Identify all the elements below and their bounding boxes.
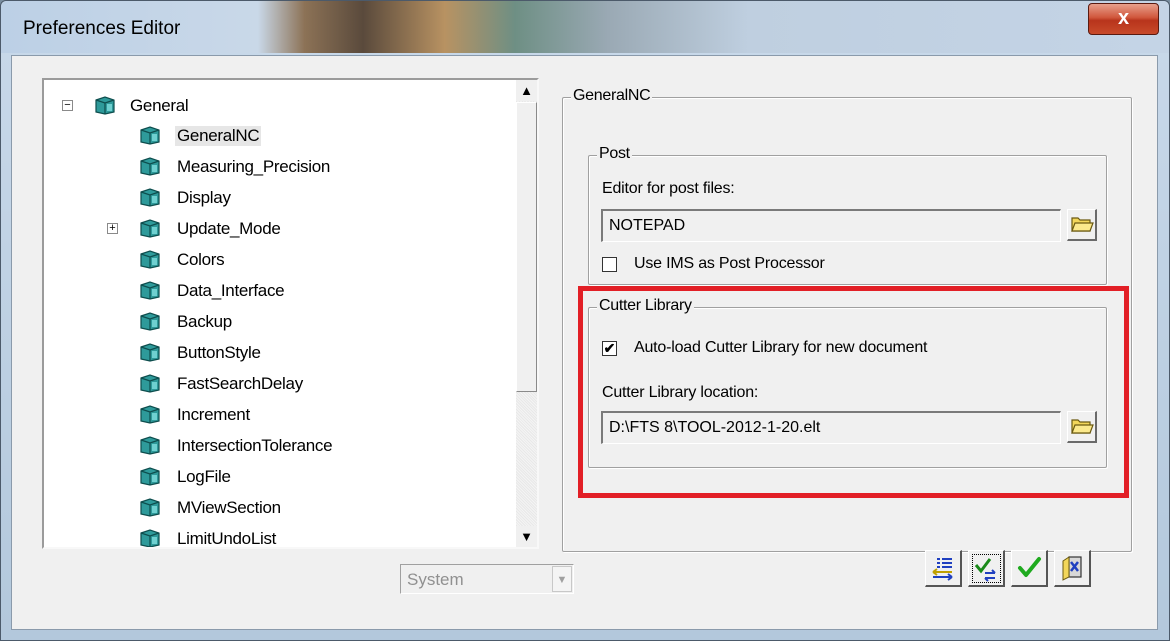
import-export-button[interactable] xyxy=(925,550,962,587)
tree-item-buttonstyle[interactable]: ButtonStyle xyxy=(44,338,504,368)
tree-scrollbar[interactable]: ▲ ▼ xyxy=(516,80,537,547)
chevron-down-icon[interactable]: ▼ xyxy=(552,566,572,592)
post-group-title: Post xyxy=(597,145,632,163)
tree-item-label: FastSearchDelay xyxy=(177,374,303,393)
tree-item-intersectiontolerance[interactable]: IntersectionTolerance xyxy=(44,431,504,461)
tree-item-display[interactable]: Display xyxy=(44,183,504,213)
tree-item-increment[interactable]: Increment xyxy=(44,400,504,430)
tree-item-colors[interactable]: Colors xyxy=(44,245,504,275)
preferences-tree[interactable]: − General GeneralNC Measuring_Precision … xyxy=(42,78,539,549)
tree-item-measuring-precision[interactable]: Measuring_Precision xyxy=(44,152,504,182)
folder-cube-icon xyxy=(140,498,160,517)
highlight-rectangle xyxy=(578,286,1129,498)
tree-item-data-interface[interactable]: Data_Interface xyxy=(44,276,504,306)
collapse-icon[interactable]: − xyxy=(62,100,73,111)
editor-post-files-label: Editor for post files: xyxy=(602,180,735,197)
tree-item-label: Measuring_Precision xyxy=(177,157,331,176)
close-button[interactable]: x xyxy=(1088,3,1159,35)
title-bar[interactable]: Preferences Editor x xyxy=(1,1,1169,53)
folder-cube-icon xyxy=(140,281,160,300)
folder-cube-icon xyxy=(140,157,160,176)
folder-cube-icon xyxy=(140,343,160,362)
tree-item-label: MViewSection xyxy=(177,498,281,517)
dialog-client-area: − General GeneralNC Measuring_Precision … xyxy=(11,55,1158,630)
apply-swap-button[interactable] xyxy=(968,550,1005,587)
folder-cube-icon xyxy=(140,219,160,238)
folder-cube-icon xyxy=(140,250,160,269)
tree-item-fastsearchdelay[interactable]: FastSearchDelay xyxy=(44,369,504,399)
folder-cube-icon xyxy=(140,312,160,331)
exit-icon xyxy=(1062,556,1082,581)
folder-cube-icon xyxy=(140,436,160,455)
list-arrows-icon xyxy=(932,558,953,581)
use-ims-checkbox[interactable] xyxy=(602,257,617,272)
tree-item-mviewsection[interactable]: MViewSection xyxy=(44,493,504,523)
tree-item-logfile[interactable]: LogFile xyxy=(44,462,504,492)
exit-button[interactable] xyxy=(1054,550,1091,587)
checkmark-icon xyxy=(1018,557,1041,577)
ok-button[interactable] xyxy=(1011,550,1048,587)
tree-item-label: GeneralNC xyxy=(175,126,262,146)
tree-item-label: IntersectionTolerance xyxy=(177,436,333,455)
folder-cube-icon xyxy=(140,405,160,424)
generalnc-group-title: GeneralNC xyxy=(571,87,653,105)
expand-icon[interactable]: + xyxy=(107,223,118,234)
tree-item-label: Increment xyxy=(177,405,250,424)
folder-cube-icon xyxy=(140,374,160,393)
tree-item-label: ButtonStyle xyxy=(177,343,261,362)
preferences-editor-window: Preferences Editor x − General GeneralNC… xyxy=(0,0,1170,641)
check-swap-icon xyxy=(974,558,996,582)
scroll-down-icon[interactable]: ▼ xyxy=(516,526,537,547)
open-folder-icon xyxy=(1071,217,1094,232)
scope-select[interactable]: System ▼ xyxy=(400,564,574,594)
scrollbar-thumb[interactable] xyxy=(516,102,537,392)
tree-item-update-mode[interactable]: + Update_Mode xyxy=(44,214,504,244)
tree-item-label: Data_Interface xyxy=(177,281,285,300)
tree-item-label: Colors xyxy=(177,250,225,269)
tree-item-limitundolist[interactable]: LimitUndoList xyxy=(44,524,504,548)
tree-item-label: Update_Mode xyxy=(177,219,281,238)
folder-cube-icon xyxy=(140,126,160,145)
tree-item-generalnc[interactable]: GeneralNC xyxy=(44,121,504,151)
tree-item-general[interactable]: − General xyxy=(44,91,504,121)
browse-folder-button[interactable] xyxy=(1067,209,1097,241)
editor-post-files-input[interactable] xyxy=(601,209,1061,242)
tree-item-label: Backup xyxy=(177,312,232,331)
tree-item-label: LimitUndoList xyxy=(177,529,277,548)
window-title: Preferences Editor xyxy=(23,18,181,39)
use-ims-label: Use IMS as Post Processor xyxy=(634,255,825,272)
scope-select-value: System xyxy=(407,570,464,589)
folder-cube-icon xyxy=(140,188,160,207)
folder-cube-icon xyxy=(140,467,160,486)
tree-item-label: General xyxy=(130,96,189,115)
scroll-up-icon[interactable]: ▲ xyxy=(516,80,537,101)
tree-item-backup[interactable]: Backup xyxy=(44,307,504,337)
folder-cube-icon xyxy=(140,529,160,547)
tree-item-label: Display xyxy=(177,188,231,207)
folder-cube-icon xyxy=(95,96,115,115)
tree-item-label: LogFile xyxy=(177,467,231,486)
